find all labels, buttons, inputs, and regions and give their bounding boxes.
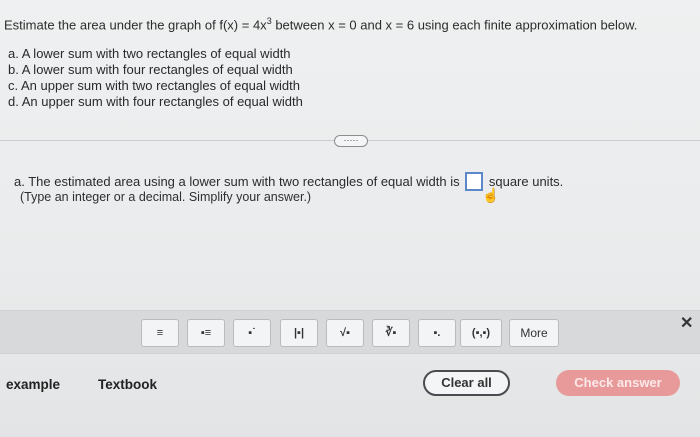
answer-units: square units. [488,173,564,189]
decimal-tool-button[interactable]: ▪. [418,319,456,347]
part-a: a. A lower sum with two rectangles of eq… [8,46,291,61]
clear-all-button[interactable]: Clear all [423,370,510,396]
example-link[interactable]: example [6,377,60,392]
part-b: b. A lower sum with four rectangles of e… [8,62,293,77]
question-parts: a. A lower sum with two rectangles of eq… [8,46,303,110]
fraction-tool-button[interactable]: ≡ [141,319,179,347]
part-c: c. An upper sum with two rectangles of e… [8,78,300,93]
pointer-cursor-icon: ☝ [482,187,500,203]
expand-button[interactable]: ····· [334,135,368,147]
exponent-tool-button[interactable]: ▪˙ [233,319,271,347]
question-prefix: Estimate the area under the graph of f(x… [4,17,267,33]
answer-prefix: a. The estimated area using a lower sum … [14,173,460,189]
ordered-pair-tool-button[interactable]: (▪,▪) [460,319,502,347]
check-answer-button[interactable]: Check answer [556,370,680,396]
square-root-tool-button[interactable]: √▪ [326,319,364,347]
question-text: Estimate the area under the graph of f(x… [4,16,694,32]
more-tools-button[interactable]: More [509,319,559,347]
answer-hint: (Type an integer or a decimal. Simplify … [20,190,312,204]
absolute-value-tool-button[interactable]: |▪| [280,319,318,347]
nth-root-tool-button[interactable]: ∛▪ [372,319,410,347]
part-d: d. An upper sum with four rectangles of … [8,94,303,109]
close-toolbar-icon[interactable]: ✕ [680,313,693,333]
mixed-number-tool-button[interactable]: ▪≡ [187,319,225,347]
question-suffix: between x = 0 and x = 6 using each finit… [271,17,638,33]
math-toolbar: ≡ ▪≡ ▪˙ |▪| √▪ ∛▪ ▪. (▪,▪) More [0,310,700,354]
textbook-link[interactable]: Textbook [98,377,157,392]
answer-input[interactable] [465,172,484,191]
